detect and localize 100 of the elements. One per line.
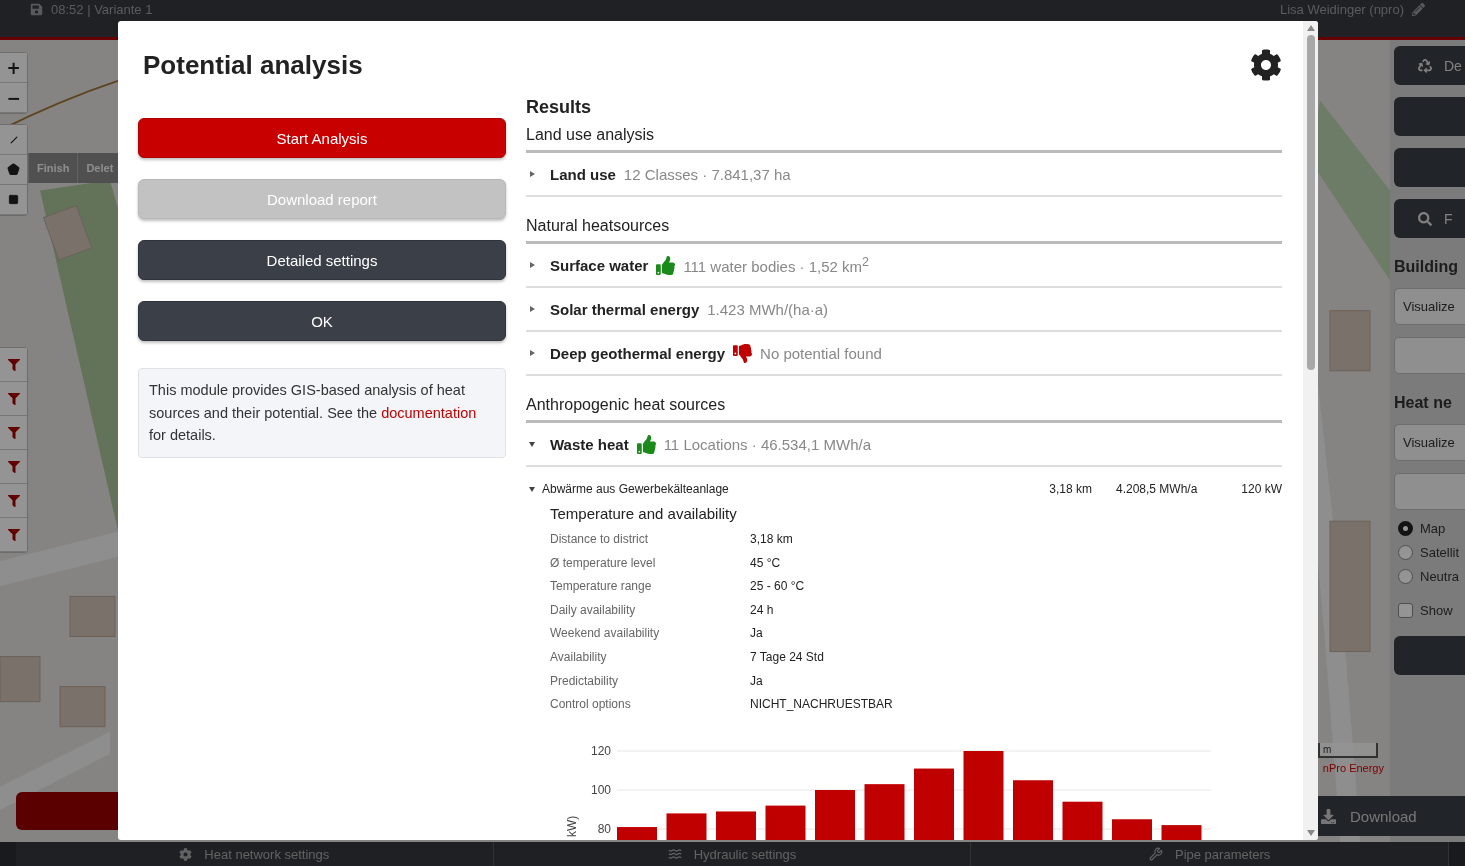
caret-down-icon[interactable] [528,440,536,448]
result-summary: 11 Locations · 46.534,1 MWh/a [663,435,871,453]
detail-label: Ø temperature level [550,555,657,572]
chart-bar [1112,819,1152,840]
chart-bar [716,811,756,840]
chart-bar [666,813,707,840]
scale-bar: m [1318,743,1378,758]
panel-button[interactable]: F [1394,199,1465,238]
wrench-icon [1149,847,1163,861]
axis-label: kW) [565,815,579,837]
result-label[interactable]: Surface water [550,256,649,274]
chart-bar [815,789,855,840]
select-field[interactable] [1394,337,1465,374]
gear-icon [179,847,193,861]
location-distance: 3,18 km [1048,482,1092,496]
axis-tick-label: 100 [590,782,611,797]
radio-button[interactable] [1398,568,1413,584]
detail-label: Daily availability [550,602,637,619]
dialog-title: Potential analysis [143,49,363,81]
detail-label: Distance to district [550,532,650,548]
chart-bar [617,826,657,840]
detail-value: Ja [750,673,764,690]
detail-value: 25 - 60 °C [750,579,806,596]
detail-value: Ja [750,626,764,643]
dialog-button[interactable]: OK [138,301,506,341]
chart-bar [1062,801,1103,840]
bottom-tab[interactable]: Hydraulic settings [493,842,972,866]
chart-bar [914,768,954,840]
detail-value: 7 Tage 24 Std [750,649,825,666]
checkbox[interactable] [1398,602,1413,618]
result-label[interactable]: Deep geothermal energy [550,344,726,362]
result-summary: No potential found [760,344,882,362]
location-energy: 4.208,5 MWh/a [1116,482,1199,496]
caret-right-icon[interactable] [528,170,536,178]
bottom-tab[interactable]: Pipe parameters [971,842,1449,866]
caret-right-icon[interactable] [528,349,536,357]
section-heading: Building [1394,258,1459,276]
result-label[interactable]: Land use [550,165,616,183]
radio-option[interactable]: Satellit [1398,546,1465,558]
section-heading: Heat ne [1394,394,1453,412]
result-label[interactable]: Waste heat [550,435,629,453]
scroll-down-icon[interactable] [1306,830,1315,836]
scrollbar-thumb[interactable] [1306,35,1315,370]
select-field[interactable]: Visualize [1394,288,1465,325]
panel-button[interactable]: De [1394,46,1465,85]
waves-icon [667,847,682,861]
settings-icon[interactable] [1250,49,1282,81]
pentagon-icon [7,163,20,176]
attribution-text: nPro Energy [1322,762,1384,774]
detail-value: 3,18 km [750,532,794,548]
detail-label: Weekend availability [550,626,661,643]
location-name[interactable]: Abwärme aus Gewerbekälteanlage [542,482,1012,496]
detail-value: 24 h [750,602,775,619]
pencil-icon[interactable] [1412,3,1425,16]
axis-tick-label: 80 [597,821,611,836]
result-summary: 111 water bodies · 1,52 km$^{2}$ [683,255,870,275]
results-title: Results [526,97,593,118]
detail-value: 45 °C [750,555,782,572]
info-text: This module provides GIS-based analysis of heat sources and their potential. See the documentation for details. [138,368,506,458]
chart-bar [765,805,806,840]
chart-bar [864,783,905,840]
radio-button[interactable] [1398,544,1413,560]
scrollbar[interactable] [1303,21,1318,840]
user-name: Lisa Weidinger (npro) [1279,2,1404,17]
section-title: Anthropogenic heat sources [526,396,1282,423]
section-title: Natural heatsources [526,217,1282,244]
download-icon [1321,808,1336,824]
scroll-up-icon[interactable] [1306,25,1315,31]
save-icon[interactable] [30,3,43,16]
caret-down-icon[interactable] [528,485,536,493]
section-title: Land use analysis [526,126,1282,153]
details-title: Temperature and availability [550,505,738,522]
result-summary: 12 Classes · 7.841,37 ha [623,165,791,183]
status-text: 08:52 | Variante 1 [51,2,153,17]
detail-label: Availability [550,649,608,666]
radio-option[interactable]: Neutra [1398,570,1465,582]
recycle-icon [1418,58,1432,73]
checkbox-option[interactable]: Show [1398,604,1465,616]
chart-bar [1013,780,1053,840]
bottom-tab[interactable]: Heat network settings [16,842,494,866]
select-field[interactable]: Visualize [1394,424,1465,461]
caret-right-icon[interactable] [528,305,536,313]
radio-option[interactable]: Map [1398,522,1465,534]
result-summary: 1.423 MWh/(ha·a) [707,300,829,318]
detail-value: NICHT_NACHRUESTBAR [750,697,894,714]
location-power: 120 kW [1240,482,1282,496]
select-field[interactable] [1394,473,1465,510]
detail-label: Predictability [550,673,620,690]
radio-button[interactable] [1398,520,1413,536]
chart-bar [1161,824,1202,840]
dialog-button[interactable]: Start Analysis [138,118,506,158]
detail-label: Control options [550,697,632,714]
caret-right-icon[interactable] [528,261,536,269]
result-label[interactable]: Solar thermal energy [550,300,700,318]
detail-label: Temperature range [550,579,653,596]
documentation-link[interactable]: documentation [381,404,477,421]
axis-tick-label: 120 [590,743,611,758]
square-icon [8,194,19,205]
search-icon [1418,211,1432,226]
dialog-button[interactable]: Detailed settings [138,240,506,280]
